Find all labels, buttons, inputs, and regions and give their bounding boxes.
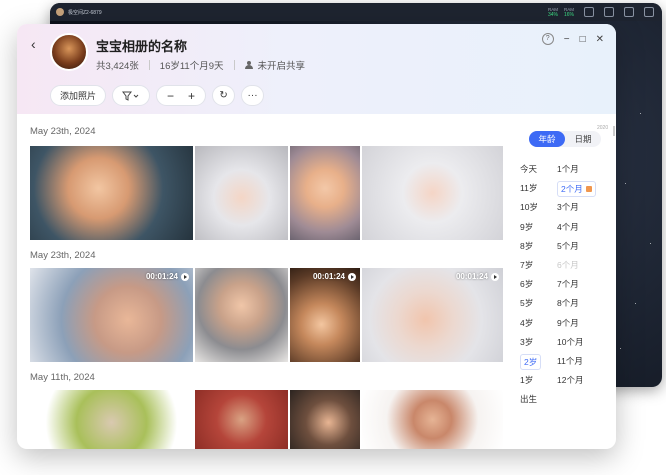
index-item[interactable]: 8个月 — [557, 296, 596, 315]
index-item-selected[interactable]: 2个月 — [557, 181, 596, 198]
photo-thumbnail[interactable] — [362, 146, 503, 240]
timeline-index: 2020 年龄 日期 今天 11岁 10岁 9岁 8岁 7岁 6岁 5岁 4岁 … — [503, 116, 616, 449]
index-item[interactable]: 5岁 — [520, 296, 541, 315]
photo-timeline: May 23th, 2024 May 23th, 2024 00:01:24 0… — [17, 116, 503, 449]
album-meta: 共3,424张 16岁11个月9天 未开启共享 — [96, 58, 305, 72]
index-mode-toggle: 年龄 日期 — [529, 131, 601, 147]
section-date: May 23th, 2024 — [30, 126, 96, 137]
index-item[interactable]: 今天 — [520, 162, 541, 181]
play-icon — [491, 272, 499, 281]
add-photo-button[interactable]: 添加照片 — [50, 85, 107, 106]
index-item[interactable]: 8岁 — [520, 239, 541, 258]
device-avatar — [56, 8, 64, 16]
video-thumbnail[interactable]: 00:01:24 — [30, 268, 193, 362]
minimize-button[interactable]: − — [564, 34, 570, 45]
index-scrollbar[interactable] — [613, 126, 615, 136]
more-button[interactable]: ··· — [241, 85, 265, 106]
window-controls: ? − □ ✕ — [541, 33, 604, 45]
photo-thumbnail[interactable] — [195, 390, 288, 449]
ram-stat: RAM 34% — [547, 6, 558, 18]
video-duration: 00:01:24 — [146, 272, 189, 281]
photo-thumbnail[interactable] — [362, 390, 503, 449]
close-button[interactable]: ✕ — [596, 34, 604, 45]
filter-button[interactable] — [112, 85, 151, 106]
index-item[interactable]: 1岁 — [520, 373, 541, 392]
photo-count: 共3,424张 — [96, 61, 139, 72]
tab-age[interactable]: 年龄 — [529, 131, 565, 147]
index-item[interactable]: 10个月 — [557, 335, 596, 354]
index-item[interactable]: 9个月 — [557, 316, 596, 335]
index-item[interactable]: 6岁 — [520, 277, 541, 296]
album-header: ‹ 宝宝相册的名称 共3,424张 16岁11个月9天 未开启共享 ? − □ … — [17, 24, 616, 114]
help-icon[interactable]: ? — [541, 33, 554, 45]
index-item[interactable]: 4个月 — [557, 220, 596, 239]
index-item[interactable]: 9岁 — [520, 220, 541, 239]
index-item[interactable]: 4岁 — [520, 316, 541, 335]
index-item[interactable]: 3个月 — [557, 200, 596, 219]
index-item[interactable]: 7个月 — [557, 277, 596, 296]
tab-date[interactable]: 日期 — [565, 131, 601, 147]
index-item[interactable]: 11岁 — [520, 181, 541, 200]
index-item-disabled: 6个月 — [557, 259, 579, 270]
index-item[interactable]: 11个月 — [557, 354, 596, 373]
zoom-in-button[interactable]: + — [188, 89, 195, 103]
calendar-icon — [585, 186, 592, 193]
photo-thumbnail[interactable] — [290, 146, 360, 240]
clock-icon[interactable] — [624, 7, 634, 17]
index-item-selected[interactable]: 2岁 — [520, 353, 542, 370]
notification-icon[interactable] — [584, 7, 594, 17]
background-titlebar: 极空间Z2-6879 RAM 34% RAM 16% — [50, 3, 662, 21]
index-item[interactable]: 12个月 — [557, 373, 596, 392]
photo-thumbnail[interactable] — [290, 390, 360, 449]
album-cover-avatar[interactable] — [50, 33, 88, 71]
year-list: 今天 11岁 10岁 9岁 8岁 7岁 6岁 5岁 4岁 3岁 2岁 1岁 出生 — [520, 162, 542, 411]
index-item[interactable]: 3岁 — [520, 335, 541, 354]
zoom-out-button[interactable]: − — [167, 89, 174, 103]
index-item[interactable]: 5个月 — [557, 239, 596, 258]
year-hint: 2020 — [597, 125, 609, 131]
ram-stat-2: RAM 16% — [563, 6, 574, 18]
photo-thumbnail[interactable] — [30, 146, 193, 240]
toolbar: 添加照片 − + ↻ ··· — [50, 85, 265, 106]
video-duration: 00:01:24 — [313, 272, 356, 281]
share-status[interactable]: 未开启共享 — [258, 58, 306, 72]
play-icon — [348, 272, 356, 281]
gear-icon[interactable] — [644, 7, 654, 17]
video-duration: 00:01:24 — [456, 272, 499, 281]
play-icon — [181, 272, 189, 281]
month-list: 1个月 2个月 3个月 4个月 5个月 6个月 7个月 8个月 9个月 10个月… — [557, 162, 596, 392]
index-item[interactable]: 7岁 — [520, 258, 541, 277]
index-item[interactable]: 出生 — [520, 392, 541, 411]
index-item[interactable]: 10岁 — [520, 200, 541, 219]
section-date: May 11th, 2024 — [30, 372, 95, 383]
album-window: ‹ 宝宝相册的名称 共3,424张 16岁11个月9天 未开启共享 ? − □ … — [17, 24, 616, 449]
section-date: May 23th, 2024 — [30, 250, 96, 261]
photo-thumbnail[interactable] — [195, 146, 288, 240]
refresh-button[interactable]: ↻ — [212, 85, 236, 106]
device-name[interactable]: 极空间Z2-6879 — [68, 9, 102, 16]
message-icon[interactable] — [604, 7, 614, 17]
video-thumbnail[interactable]: 00:01:24 — [290, 268, 360, 362]
zoom-control: − + — [156, 85, 207, 106]
video-thumbnail[interactable]: 00:01:24 — [362, 268, 503, 362]
photo-thumbnail[interactable] — [195, 268, 288, 362]
photo-thumbnail[interactable] — [30, 390, 193, 449]
share-person-icon — [244, 61, 253, 69]
filter-icon — [122, 91, 139, 101]
maximize-button[interactable]: □ — [580, 34, 586, 45]
album-title: 宝宝相册的名称 — [96, 39, 188, 54]
index-item[interactable]: 1个月 — [557, 162, 596, 181]
back-icon[interactable]: ‹ — [31, 36, 36, 52]
child-age: 16岁11个月9天 — [159, 61, 224, 72]
